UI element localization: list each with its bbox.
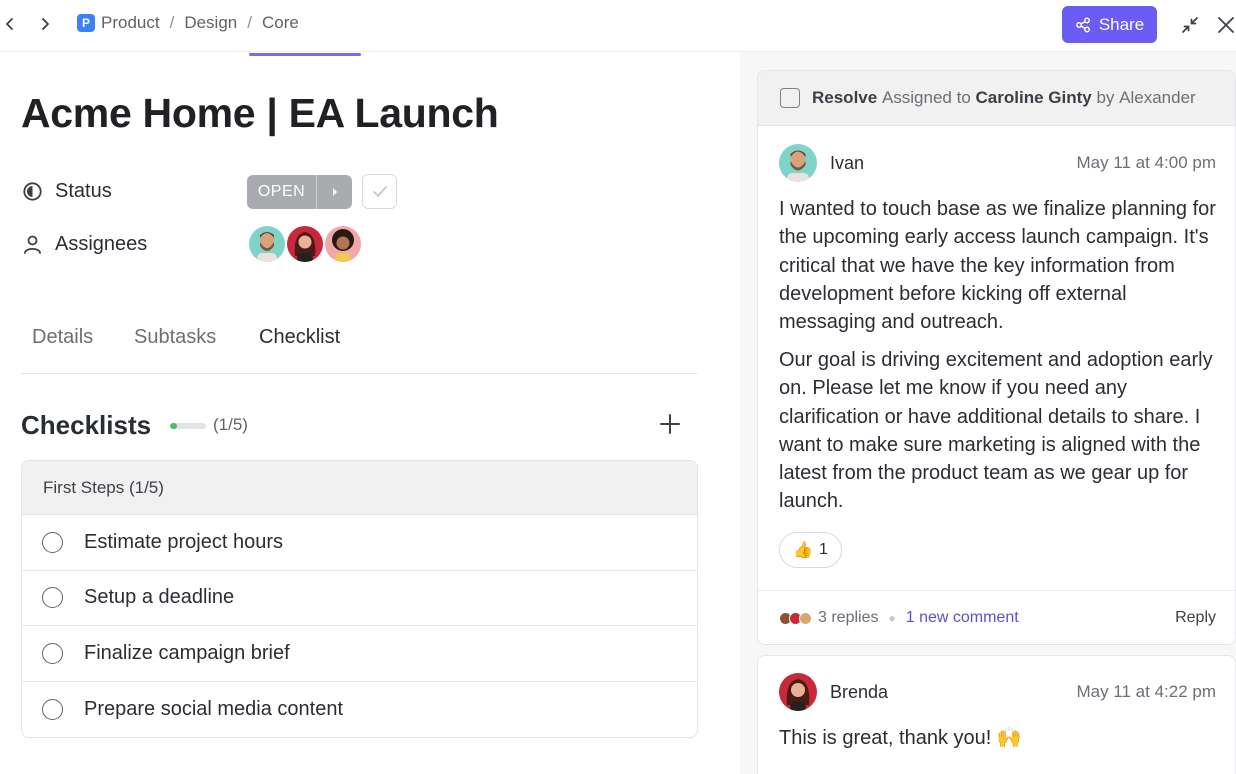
- comment-text: This is great, thank you! 🙌: [779, 727, 1022, 749]
- dot-separator: ●: [888, 611, 896, 625]
- comment-author[interactable]: Brenda: [830, 682, 1076, 703]
- breadcrumb: P Product / Design / Core: [77, 13, 299, 33]
- breadcrumb-separator: /: [169, 13, 175, 32]
- checklist-progress-bar: [170, 423, 206, 429]
- item-checkbox[interactable]: [42, 699, 63, 721]
- list-item[interactable]: Estimate project hours: [22, 515, 697, 571]
- collapse-icon[interactable]: [1178, 13, 1202, 37]
- item-text: Setup a deadline: [84, 586, 235, 609]
- item-checkbox[interactable]: [42, 531, 63, 553]
- checklist-progress-count: (1/5): [213, 415, 248, 434]
- item-text: Prepare social media content: [84, 698, 344, 721]
- active-tab-indicator: [249, 53, 361, 56]
- tab-details[interactable]: Details: [32, 326, 93, 349]
- status-dropdown[interactable]: OPEN: [247, 175, 352, 209]
- item-text: Estimate project hours: [84, 530, 283, 553]
- comment-text: Our goal is driving excitement and adopt…: [779, 349, 1213, 513]
- checklist-group: First Steps (1/5) Estimate project hours…: [21, 460, 698, 738]
- assigned-prefix: Assigned to: [881, 88, 971, 107]
- reply-avatars: [779, 611, 812, 625]
- task-title[interactable]: Acme Home | EA Launch: [21, 90, 499, 137]
- breadcrumb-separator: /: [247, 13, 252, 32]
- new-comment-link[interactable]: 1 new comment: [906, 609, 1019, 627]
- close-icon[interactable]: [1214, 13, 1236, 37]
- space-icon[interactable]: P: [77, 14, 95, 32]
- list-item[interactable]: Finalize campaign brief: [22, 626, 697, 682]
- checkmark-icon: [372, 185, 387, 197]
- comment-header: Ivan May 11 at 4:00 pm: [779, 144, 1216, 182]
- assigner-name: Alexander: [1119, 88, 1196, 107]
- progress-fill: [170, 423, 178, 429]
- status-label: Status: [55, 180, 112, 202]
- item-checkbox[interactable]: [42, 587, 63, 609]
- avatar[interactable]: [285, 224, 325, 264]
- user-icon: [24, 235, 41, 254]
- comment-footer: 3 replies ● 1 new comment Reply: [758, 590, 1235, 644]
- tab-checklist[interactable]: Checklist: [259, 326, 340, 349]
- resolve-checkbox[interactable]: [780, 88, 800, 108]
- resolve-label[interactable]: Resolve: [812, 88, 877, 108]
- comment-timestamp: May 11 at 4:22 pm: [1076, 682, 1216, 701]
- reaction-count: 1: [819, 541, 828, 558]
- replies-count[interactable]: 3 replies: [818, 609, 878, 627]
- breadcrumb-item-core[interactable]: Core: [262, 13, 299, 33]
- top-bar: P Product / Design / Core Share: [0, 0, 1236, 52]
- avatar[interactable]: [779, 144, 817, 182]
- assignees-label: Assignees: [55, 233, 148, 255]
- plus-icon: [660, 414, 680, 434]
- add-checklist-button[interactable]: [657, 411, 683, 437]
- comment-header: Brenda May 11 at 4:22 pm: [779, 673, 1216, 711]
- breadcrumb-item-design[interactable]: Design: [184, 13, 237, 33]
- tab-subtasks[interactable]: Subtasks: [134, 326, 216, 349]
- mark-complete-button[interactable]: [362, 174, 397, 209]
- avatar[interactable]: [323, 224, 363, 264]
- share-label: Share: [1098, 14, 1145, 34]
- comment-timestamp: May 11 at 4:00 pm: [1076, 153, 1216, 172]
- breadcrumb-item-product[interactable]: Product: [101, 13, 160, 33]
- assignee-name: Caroline Ginty: [975, 88, 1092, 107]
- item-text: Finalize campaign brief: [84, 641, 290, 664]
- task-tabs: Details Subtasks Checklist: [21, 318, 698, 374]
- checklists-heading: Checklists: [21, 410, 152, 440]
- list-item[interactable]: Prepare social media content: [22, 682, 697, 737]
- status-icon: [23, 182, 42, 201]
- avatar[interactable]: [247, 224, 287, 264]
- comment: Brenda May 11 at 4:22 pm This is great, …: [757, 655, 1236, 774]
- assignee-avatars[interactable]: [247, 224, 363, 266]
- list-item[interactable]: Setup a deadline: [22, 571, 697, 627]
- reply-button[interactable]: Reply: [1175, 609, 1216, 627]
- avatar[interactable]: [779, 673, 817, 711]
- status-value: OPEN: [247, 175, 317, 209]
- comment-thread: Resolve Assigned to Caroline Ginty by Al…: [757, 70, 1236, 645]
- reaction-button[interactable]: 👍 1: [779, 532, 842, 568]
- share-icon: [1075, 17, 1090, 32]
- forward-arrow-icon[interactable]: [35, 12, 55, 36]
- assignees-field: Assignees: [22, 233, 147, 256]
- share-button[interactable]: Share: [1062, 6, 1157, 43]
- comment-author[interactable]: Ivan: [830, 153, 1076, 174]
- resolve-bar: Resolve Assigned to Caroline Ginty by Al…: [758, 71, 1235, 126]
- by-prefix: by: [1096, 88, 1115, 107]
- thumbs-up-icon: 👍: [793, 542, 813, 559]
- item-checkbox[interactable]: [42, 642, 63, 664]
- back-arrow-icon[interactable]: [0, 12, 20, 36]
- status-field: Status: [22, 180, 112, 203]
- comment-text: I wanted to touch base as we finalize pl…: [779, 198, 1216, 334]
- next-status-icon[interactable]: [317, 175, 352, 209]
- checklist-group-title[interactable]: First Steps (1/5): [22, 461, 697, 515]
